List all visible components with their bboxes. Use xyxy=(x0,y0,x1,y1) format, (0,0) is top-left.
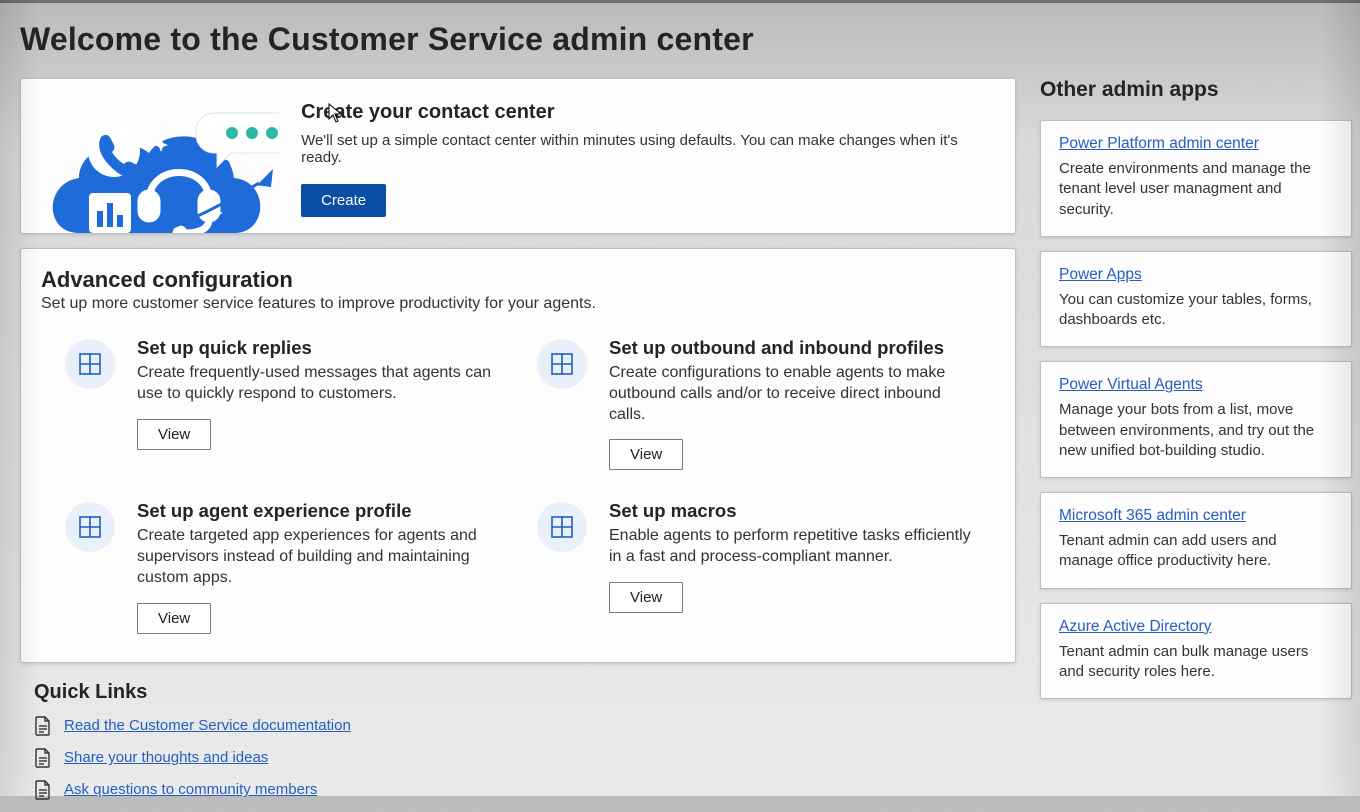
quick-links-title: Quick Links xyxy=(34,681,1016,704)
admin-app-desc: Tenant admin can add users and manage of… xyxy=(1059,531,1333,572)
admin-app-desc: You can customize your tables, forms, da… xyxy=(1059,290,1333,331)
quick-link[interactable]: Share your thoughts and ideas xyxy=(64,749,268,766)
admin-app-link[interactable]: Microsoft 365 admin center xyxy=(1059,507,1246,524)
quick-link-item: Ask questions to community members xyxy=(34,780,1016,800)
view-button[interactable]: View xyxy=(609,439,683,470)
admin-app-card-power-apps: Power Apps You can customize your tables… xyxy=(1040,251,1352,348)
advanced-item-desc: Create frequently-used messages that age… xyxy=(137,363,507,405)
advanced-item-outbound-inbound: Set up outbound and inbound profiles Cre… xyxy=(537,337,991,470)
grid-icon xyxy=(65,339,115,389)
hero-description: We'll set up a simple contact center wit… xyxy=(301,132,991,166)
document-icon xyxy=(34,716,52,736)
view-button[interactable]: View xyxy=(137,603,211,634)
hero-card: Create your contact center We'll set up … xyxy=(20,78,1016,234)
admin-app-desc: Create environments and manage the tenan… xyxy=(1059,159,1333,220)
advanced-item-desc: Create targeted app experiences for agen… xyxy=(137,526,507,588)
hero-title: Create your contact center xyxy=(301,101,991,124)
advanced-title: Advanced configuration xyxy=(41,267,991,293)
admin-app-link[interactable]: Power Platform admin center xyxy=(1059,135,1259,152)
window-chrome-bar xyxy=(0,0,1360,3)
advanced-item-agent-experience: Set up agent experience profile Create t… xyxy=(65,500,519,633)
sidebar-title: Other admin apps xyxy=(1040,78,1352,102)
admin-app-link[interactable]: Power Apps xyxy=(1059,266,1142,283)
grid-icon xyxy=(537,502,587,552)
admin-app-card-aad: Azure Active Directory Tenant admin can … xyxy=(1040,603,1352,700)
advanced-item-title: Set up quick replies xyxy=(137,337,507,359)
document-icon xyxy=(34,748,52,768)
advanced-item-title: Set up outbound and inbound profiles xyxy=(609,337,979,359)
admin-app-card-power-platform: Power Platform admin center Create envir… xyxy=(1040,120,1352,237)
page-title: Welcome to the Customer Service admin ce… xyxy=(20,21,1360,58)
advanced-item-desc: Enable agents to perform repetitive task… xyxy=(609,526,979,568)
advanced-subtitle: Set up more customer service features to… xyxy=(41,295,991,313)
create-button[interactable]: Create xyxy=(301,184,386,217)
admin-app-desc: Manage your bots from a list, move betwe… xyxy=(1059,400,1333,461)
quick-link-item: Share your thoughts and ideas xyxy=(34,748,1016,768)
quick-link[interactable]: Read the Customer Service documentation xyxy=(64,717,351,734)
admin-app-card-m365: Microsoft 365 admin center Tenant admin … xyxy=(1040,492,1352,589)
admin-app-link[interactable]: Azure Active Directory xyxy=(1059,618,1211,635)
grid-icon xyxy=(65,502,115,552)
sidebar-other-admin-apps: Other admin apps Power Platform admin ce… xyxy=(1040,78,1352,713)
admin-app-link[interactable]: Power Virtual Agents xyxy=(1059,376,1203,393)
quick-link-item: Read the Customer Service documentation xyxy=(34,716,1016,736)
grid-icon xyxy=(537,339,587,389)
advanced-item-title: Set up macros xyxy=(609,500,979,522)
advanced-item-desc: Create configurations to enable agents t… xyxy=(609,363,979,425)
advanced-configuration-card: Advanced configuration Set up more custo… xyxy=(20,248,1016,663)
advanced-item-macros: Set up macros Enable agents to perform r… xyxy=(537,500,991,633)
admin-app-card-power-virtual-agents: Power Virtual Agents Manage your bots fr… xyxy=(1040,361,1352,478)
quick-links-section: Quick Links Read the Customer Service do… xyxy=(34,681,1016,800)
advanced-item-title: Set up agent experience profile xyxy=(137,500,507,522)
advanced-item-quick-replies: Set up quick replies Create frequently-u… xyxy=(65,337,519,470)
document-icon xyxy=(34,780,52,800)
hero-illustration xyxy=(39,93,275,233)
view-button[interactable]: View xyxy=(137,419,211,450)
view-button[interactable]: View xyxy=(609,582,683,613)
admin-app-desc: Tenant admin can bulk manage users and s… xyxy=(1059,642,1333,683)
